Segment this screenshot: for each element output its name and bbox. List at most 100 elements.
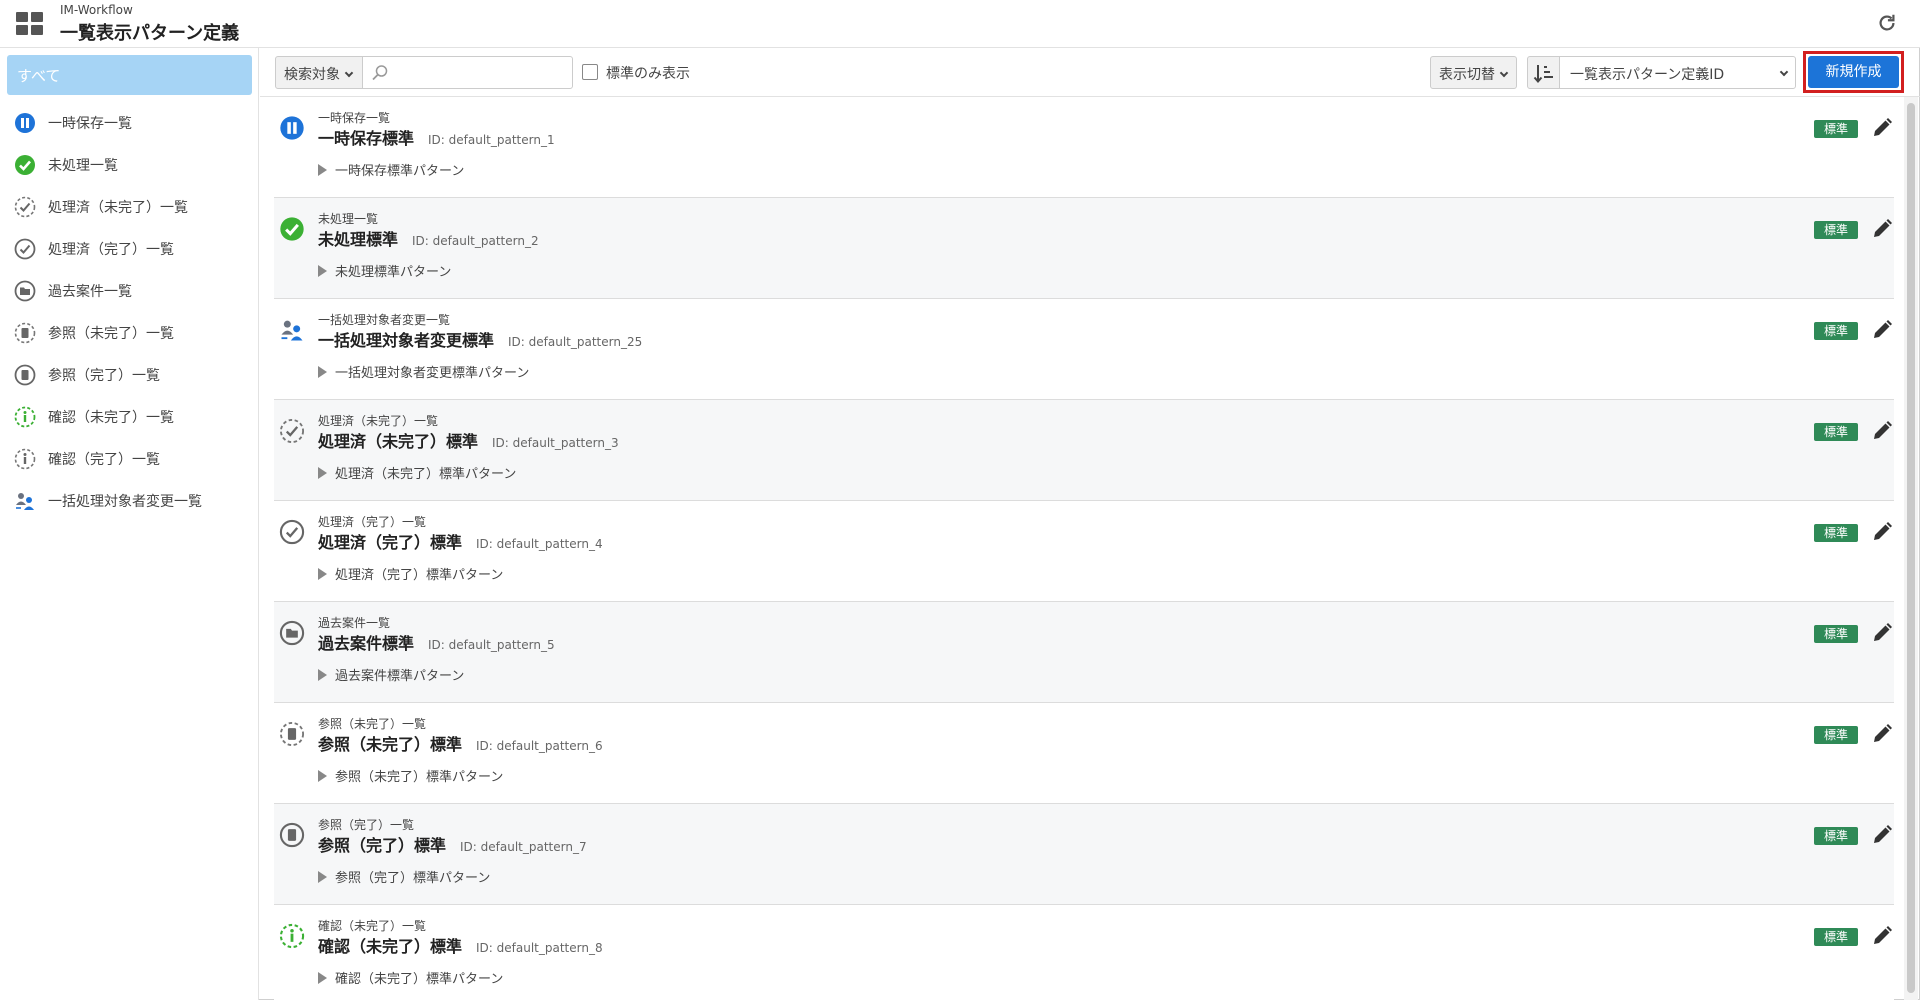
row-title-line[interactable]: 処理済（未完了）標準 ID: default_pattern_3 xyxy=(318,428,619,452)
list-item[interactable]: 一時保存一覧 一時保存標準 ID: default_pattern_1 一時保存標準パ… xyxy=(274,97,1894,198)
row-title-line[interactable]: 過去案件標準 ID: default_pattern_5 xyxy=(318,630,555,654)
sidebar-item-all[interactable]: すべて xyxy=(7,55,252,95)
standard-badge: 標準 xyxy=(1814,423,1858,441)
expand-arrow-icon[interactable] xyxy=(318,972,327,984)
pause-icon xyxy=(15,113,35,133)
header: IM-Workflow 一覧表示パターン定義 xyxy=(0,0,1920,48)
row-title-line[interactable]: 一時保存標準 ID: default_pattern_1 xyxy=(318,125,555,149)
row-title[interactable]: 過去案件標準 xyxy=(318,634,414,653)
row-category: 過去案件一覧 xyxy=(318,616,391,630)
view-switch-dropdown[interactable]: 表示切替 xyxy=(1430,56,1517,89)
edit-pencil-icon[interactable] xyxy=(1870,318,1894,342)
expand-arrow-icon[interactable] xyxy=(318,568,327,580)
row-description-toggle[interactable]: 参照（完了）標準パターン xyxy=(318,867,490,886)
expand-arrow-icon[interactable] xyxy=(318,164,327,176)
sidebar-item[interactable]: 参照（完了）一覧 xyxy=(0,354,259,396)
row-title-line[interactable]: 未処理標準 ID: default_pattern_2 xyxy=(318,226,539,250)
row-id: ID: default_pattern_8 xyxy=(476,941,603,955)
sidebar-item[interactable]: 処理済（未完了）一覧 xyxy=(0,186,259,228)
standard-badge: 標準 xyxy=(1814,827,1858,845)
list-item[interactable]: 過去案件一覧 過去案件標準 ID: default_pattern_5 過去案件標準パ… xyxy=(274,602,1894,703)
sidebar-item-label: 過去案件一覧 xyxy=(48,284,132,300)
edit-pencil-icon[interactable] xyxy=(1870,823,1894,847)
dashed-document-icon xyxy=(14,322,36,344)
edit-pencil-icon[interactable] xyxy=(1870,722,1894,746)
expand-arrow-icon[interactable] xyxy=(318,467,327,479)
edit-pencil-icon[interactable] xyxy=(1870,116,1894,140)
list-item[interactable]: 未処理一覧 未処理標準 ID: default_pattern_2 未処理標準パターン… xyxy=(274,198,1894,299)
sort-field-select[interactable]: 一覧表示パターン定義ID xyxy=(1559,56,1796,89)
row-title-line[interactable]: 処理済（完了）標準 ID: default_pattern_4 xyxy=(318,529,603,553)
row-title-line[interactable]: 確認（未完了）標準 ID: default_pattern_8 xyxy=(318,933,603,957)
row-title[interactable]: 一括処理対象者変更標準 xyxy=(318,331,494,350)
row-title-line[interactable]: 参照（完了）標準 ID: default_pattern_7 xyxy=(318,832,587,856)
row-id: ID: default_pattern_4 xyxy=(476,537,603,551)
standard-only-checkbox[interactable] xyxy=(582,64,598,80)
row-description-toggle[interactable]: 処理済（完了）標準パターン xyxy=(318,564,503,583)
list-item[interactable]: 参照（完了）一覧 参照（完了）標準 ID: default_pattern_7 参照（… xyxy=(274,804,1894,905)
sidebar-item[interactable]: 一括処理対象者変更一覧 xyxy=(0,480,259,522)
sidebar-item[interactable]: 確認（未完了）一覧 xyxy=(0,396,259,438)
row-description: 処理済（未完了）標準パターン xyxy=(335,467,517,482)
row-description-toggle[interactable]: 確認（未完了）標準パターン xyxy=(318,968,503,987)
sidebar-item-label: 参照（完了）一覧 xyxy=(48,368,160,384)
standard-badge: 標準 xyxy=(1814,120,1858,138)
row-description-toggle[interactable]: 一括処理対象者変更標準パターン xyxy=(318,362,529,381)
scrollbar[interactable] xyxy=(1904,97,1918,1000)
sort-ascending-icon xyxy=(1533,65,1553,84)
pattern-list: 一時保存一覧 一時保存標準 ID: default_pattern_1 一時保存標準パ… xyxy=(274,97,1894,1000)
sidebar-item[interactable]: 処理済（完了）一覧 xyxy=(0,228,259,270)
edit-pencil-icon[interactable] xyxy=(1870,520,1894,544)
edit-pencil-icon[interactable] xyxy=(1870,924,1894,948)
app-menu-icon[interactable] xyxy=(16,12,44,36)
row-category: 一括処理対象者変更一覧 xyxy=(318,313,451,327)
edit-pencil-icon[interactable] xyxy=(1870,621,1894,645)
row-title[interactable]: 参照（完了）標準 xyxy=(318,836,446,855)
list-item[interactable]: 一括処理対象者変更一覧 一括処理対象者変更標準 ID: default_patter… xyxy=(274,299,1894,400)
search-target-dropdown[interactable]: 検索対象 xyxy=(275,56,363,89)
row-title[interactable]: 処理済（完了）標準 xyxy=(318,533,462,552)
user-change-icon xyxy=(281,320,303,341)
standard-only-label: 標準のみ表示 xyxy=(606,66,690,82)
list-item[interactable]: 処理済（完了）一覧 処理済（完了）標準 ID: default_pattern_4 処… xyxy=(274,501,1894,602)
row-title[interactable]: 一時保存標準 xyxy=(318,129,414,148)
expand-arrow-icon[interactable] xyxy=(318,770,327,782)
row-description-toggle[interactable]: 処理済（未完了）標準パターン xyxy=(318,463,516,482)
sidebar-item[interactable]: 参照（未完了）一覧 xyxy=(0,312,259,354)
row-category: 処理済（未完了）一覧 xyxy=(318,414,439,428)
row-title[interactable]: 未処理標準 xyxy=(318,230,398,249)
sidebar-item-label: 確認（未完了）一覧 xyxy=(48,410,174,426)
edit-pencil-icon[interactable] xyxy=(1870,419,1894,443)
scrollbar-thumb[interactable] xyxy=(1907,103,1915,993)
expand-arrow-icon[interactable] xyxy=(318,871,327,883)
sidebar-item[interactable]: 過去案件一覧 xyxy=(0,270,259,312)
row-title[interactable]: 処理済（未完了）標準 xyxy=(318,432,478,451)
sidebar-item[interactable]: 未処理一覧 xyxy=(0,144,259,186)
edit-pencil-icon[interactable] xyxy=(1870,217,1894,241)
standard-badge: 標準 xyxy=(1814,625,1858,643)
search-input[interactable] xyxy=(395,61,565,84)
row-description-toggle[interactable]: 過去案件標準パターン xyxy=(318,665,464,684)
list-item[interactable]: 参照（未完了）一覧 参照（未完了）標準 ID: default_pattern_6 参… xyxy=(274,703,1894,804)
row-type-icon xyxy=(278,922,306,950)
chevron-down-icon xyxy=(1779,67,1789,77)
row-description-toggle[interactable]: 一時保存標準パターン xyxy=(318,160,464,179)
sort-order-button[interactable] xyxy=(1527,56,1560,89)
row-title-line[interactable]: 参照（未完了）標準 ID: default_pattern_6 xyxy=(318,731,603,755)
expand-arrow-icon[interactable] xyxy=(318,366,327,378)
row-title[interactable]: 確認（未完了）標準 xyxy=(318,937,462,956)
refresh-icon[interactable] xyxy=(1876,12,1898,34)
sidebar-item-label: 一括処理対象者変更一覧 xyxy=(48,494,202,510)
row-title-line[interactable]: 一括処理対象者変更標準 ID: default_pattern_25 xyxy=(318,327,642,351)
expand-arrow-icon[interactable] xyxy=(318,265,327,277)
list-item[interactable]: 確認（未完了）一覧 確認（未完了）標準 ID: default_pattern_8 確… xyxy=(274,905,1894,1000)
row-description-toggle[interactable]: 参照（未完了）標準パターン xyxy=(318,766,503,785)
list-item[interactable]: 処理済（未完了）一覧 処理済（未完了）標準 ID: default_pattern_… xyxy=(274,400,1894,501)
sidebar-item-label: 一時保存一覧 xyxy=(48,116,132,132)
row-title[interactable]: 参照（未完了）標準 xyxy=(318,735,462,754)
sidebar-item[interactable]: 確認（完了）一覧 xyxy=(0,438,259,480)
sidebar-item[interactable]: 一時保存一覧 xyxy=(0,102,259,144)
expand-arrow-icon[interactable] xyxy=(318,669,327,681)
row-description-toggle[interactable]: 未処理標準パターン xyxy=(318,261,451,280)
new-create-button[interactable]: 新規作成 xyxy=(1808,56,1899,88)
